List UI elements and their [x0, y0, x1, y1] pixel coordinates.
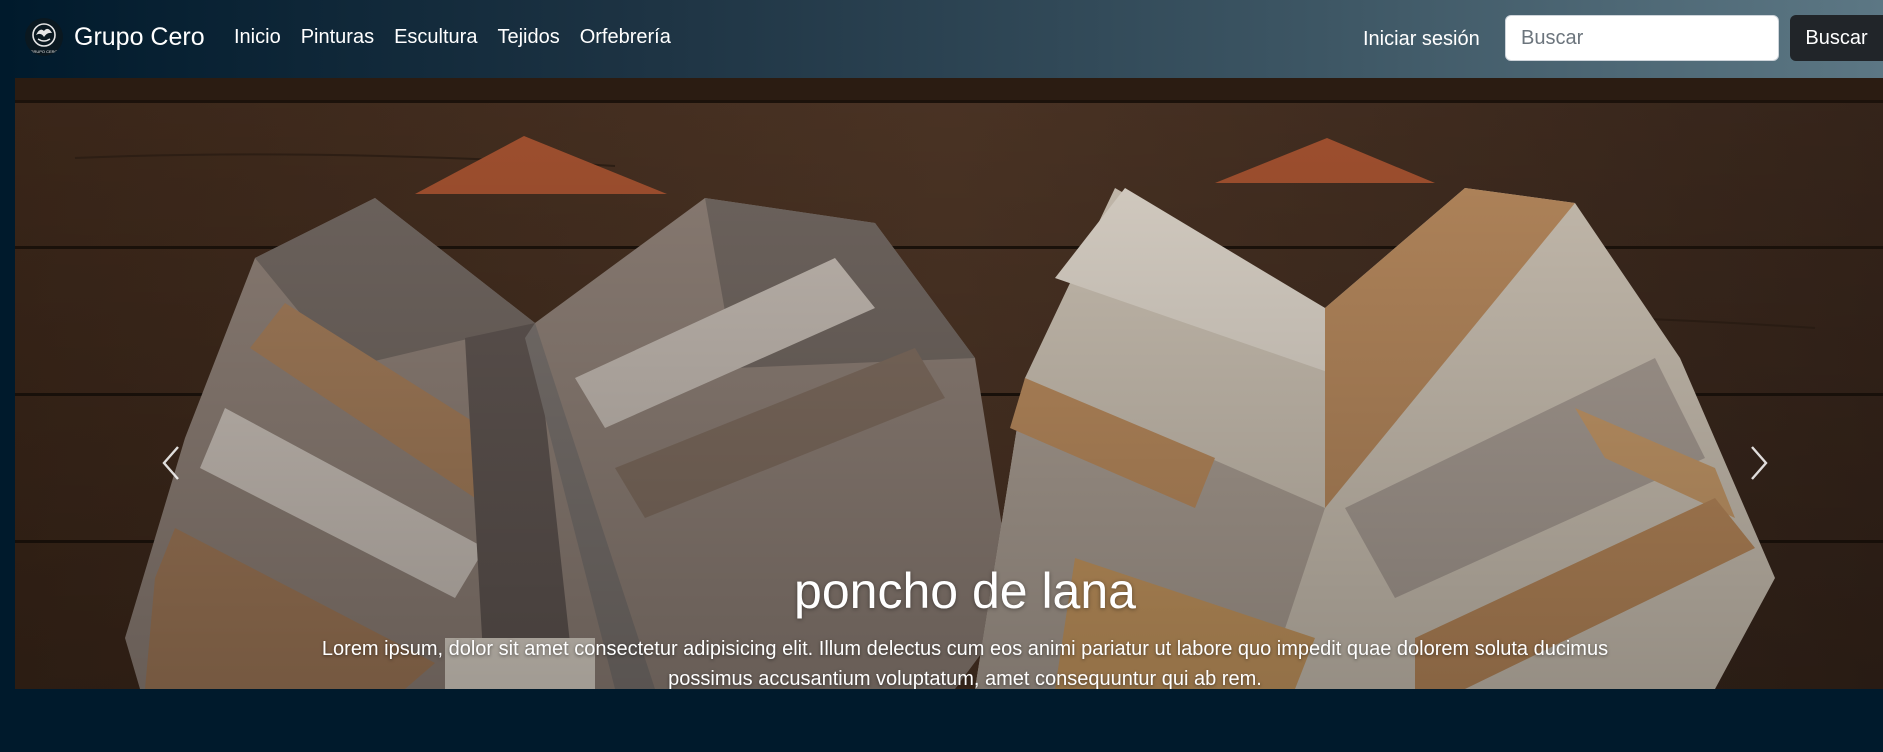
carousel-next-button[interactable]	[1730, 433, 1790, 493]
brand-name[interactable]: Grupo Cero	[74, 23, 205, 52]
nav-link-orfebreria[interactable]: Orfebrería	[580, 26, 671, 49]
brand-logo[interactable]: GRUPO CERO	[25, 18, 63, 56]
nav-link-escultura[interactable]: Escultura	[394, 26, 477, 49]
nav-links: Inicio Pinturas Escultura Tejidos Orfebr…	[234, 26, 671, 49]
chevron-left-icon	[162, 446, 179, 480]
nav-link-tejidos[interactable]: Tejidos	[497, 26, 559, 49]
nav-link-pinturas[interactable]: Pinturas	[301, 26, 374, 49]
login-link[interactable]: Iniciar sesión	[1363, 28, 1480, 51]
caption-text: Lorem ipsum, dolor sit amet consectetur …	[321, 638, 1609, 689]
carousel-prev-button[interactable]	[140, 433, 200, 493]
search-button[interactable]: Buscar	[1790, 15, 1883, 61]
logo-caption: GRUPO CERO	[30, 49, 57, 54]
hero-carousel: poncho de lana Lorem ipsum, dolor sit am…	[15, 78, 1883, 689]
search-input[interactable]	[1505, 15, 1779, 61]
chevron-right-icon	[1751, 446, 1768, 480]
caption-title: poncho de lana	[794, 563, 1136, 619]
logo-emblem-icon: GRUPO CERO	[30, 23, 58, 54]
top-navbar: GRUPO CERO Grupo Cero Inicio Pinturas Es…	[0, 0, 1883, 78]
carousel-caption: poncho de lana Lorem ipsum, dolor sit am…	[305, 562, 1625, 689]
nav-link-inicio[interactable]: Inicio	[234, 26, 281, 49]
